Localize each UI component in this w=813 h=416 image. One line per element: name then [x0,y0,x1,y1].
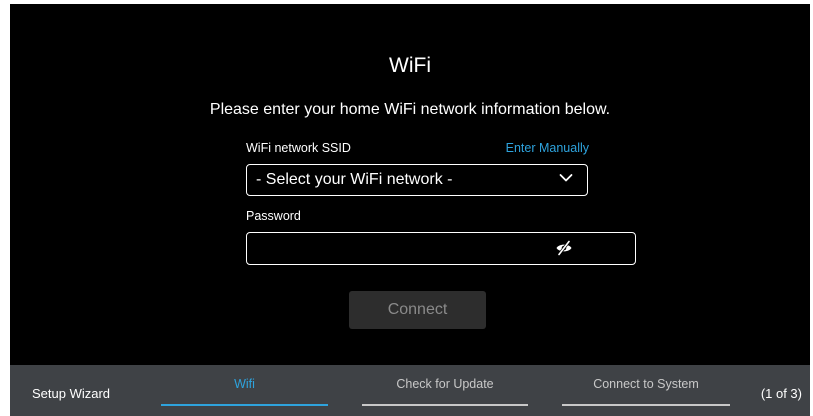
password-label: Password [246,209,301,223]
setup-wizard-footer: Setup Wizard Wifi Check for Update Conne… [10,365,810,416]
step-wifi[interactable]: Wifi [161,365,328,416]
step-check-for-update[interactable]: Check for Update [362,365,528,416]
eye-off-icon[interactable] [555,240,573,256]
wifi-network-select[interactable]: - Select your WiFi network - [246,164,588,196]
step-label: Connect to System [593,377,699,391]
password-field[interactable] [246,232,636,265]
step-indicator [161,404,328,406]
wifi-setup-screen: WiFi Please enter your home WiFi network… [10,4,810,416]
enter-manually-link[interactable]: Enter Manually [506,141,589,155]
step-counter: (1 of 3) [760,386,802,401]
step-label: Wifi [234,377,255,391]
ssid-label: WiFi network SSID [246,141,351,155]
chevron-down-icon [559,174,573,182]
step-indicator [562,404,730,406]
connect-button[interactable]: Connect [349,291,486,329]
step-label: Check for Update [396,377,494,391]
step-connect-to-system[interactable]: Connect to System [562,365,730,416]
page-subtitle: Please enter your home WiFi network info… [209,101,611,118]
page-title: WiFi [389,54,431,77]
step-indicator [362,404,528,406]
setup-wizard-title: Setup Wizard [32,386,111,401]
wifi-network-select-value: - Select your WiFi network - [256,171,453,188]
